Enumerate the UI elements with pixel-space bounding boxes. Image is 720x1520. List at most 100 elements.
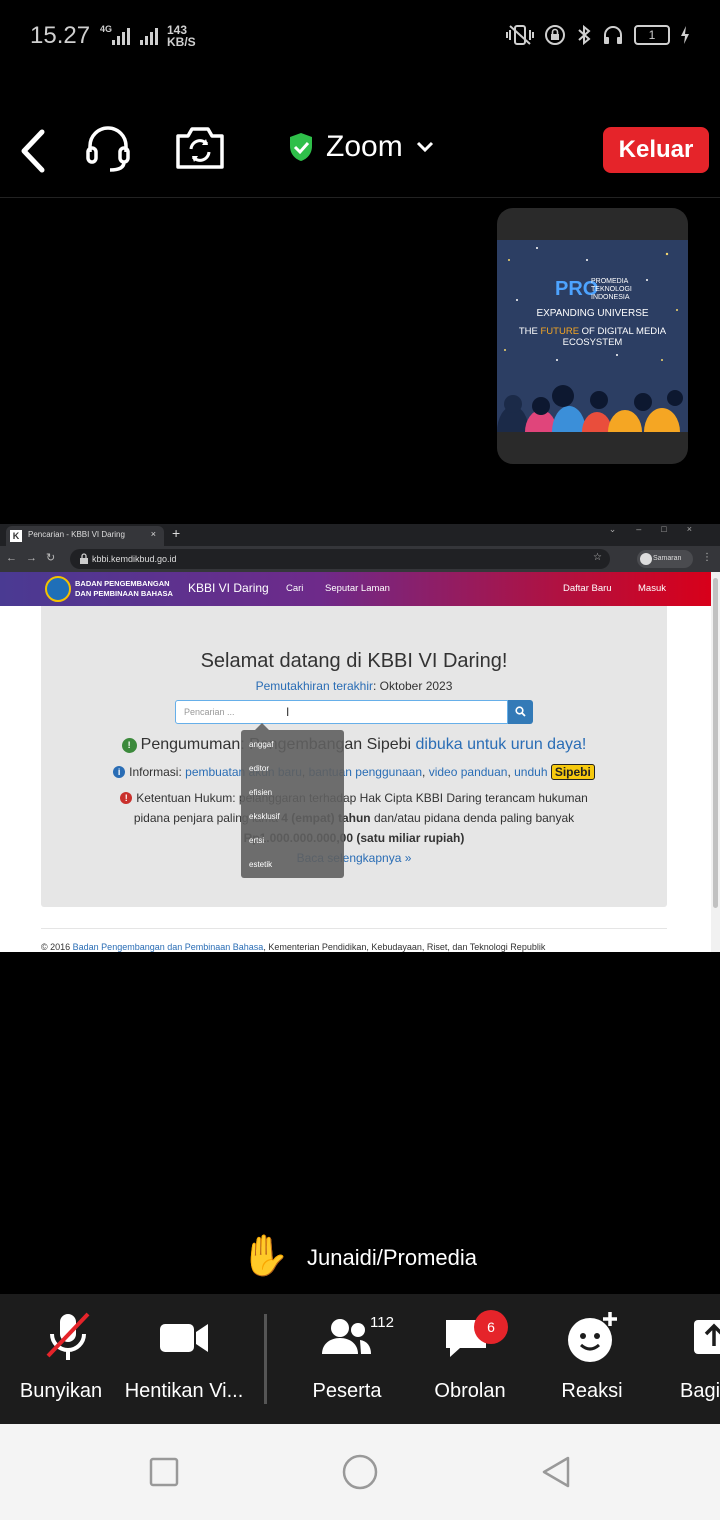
participants-button[interactable]: 112 Peserta (300, 1310, 394, 1410)
raised-hand-icon: ✋ (240, 1234, 290, 1278)
search-icon (515, 706, 526, 717)
back-icon[interactable] (540, 1455, 572, 1489)
switch-camera-icon[interactable] (175, 126, 225, 170)
search-placeholder: Pencarian ... (184, 707, 235, 717)
browser-tab-bar: K Pencarian - KBBI VI Daring × + ⌄–□× (0, 524, 720, 546)
status-icons: 1 (506, 24, 690, 46)
site-footer: © 2016 Badan Pengembangan dan Pembinaan … (41, 942, 546, 952)
raised-hand-notice: ✋ Junaidi/Promedia (0, 1230, 720, 1286)
suggestion-item[interactable]: efisien (249, 788, 272, 797)
nav-cari[interactable]: Cari (286, 583, 303, 594)
welcome-panel: Selamat datang di KBBI VI Daring! Pemuta… (41, 606, 667, 907)
welcome-heading: Selamat datang di KBBI VI Daring! (200, 650, 508, 672)
reactions-label: Reaksi (561, 1380, 623, 1402)
headphones-icon (604, 26, 622, 44)
sipebi-badge[interactable]: Sipebi (550, 764, 595, 780)
browser-address-bar: ←→↻ kbbi.kemdikbud.go.id ☆ Samaran ⋮ (0, 546, 720, 572)
tab-close-icon[interactable]: × (151, 529, 156, 539)
raised-hand-name: Junaidi/Promedia (307, 1245, 477, 1270)
tab-title: Pencarian - KBBI VI Daring (28, 530, 125, 539)
shared-screen[interactable]: K Pencarian - KBBI VI Daring × + ⌄–□× ←→… (0, 524, 720, 952)
suggestion-item[interactable]: ertsi (249, 836, 264, 845)
nav-masuk[interactable]: Masuk (638, 583, 666, 594)
search-input[interactable]: Pencarian ... I (175, 700, 508, 724)
meeting-title: Zoom (326, 130, 403, 163)
chat-label: Obrolan (434, 1380, 506, 1402)
warning-icon: ! (120, 792, 133, 804)
audio-headset-icon[interactable] (84, 124, 132, 174)
search-button[interactable] (508, 700, 533, 724)
reactions-button[interactable]: Reaksi (550, 1310, 634, 1410)
meeting-toolbar: Bunyikan Hentikan Vi... 112 Peserta 6 Ob… (0, 1294, 720, 1424)
footer-link[interactable]: Badan Pengembangan dan Pembinaan Bahasa (73, 942, 264, 952)
chat-button[interactable]: 6 Obrolan (424, 1310, 516, 1410)
nav-daftar-baru[interactable]: Daftar Baru (563, 583, 612, 594)
recent-apps-icon[interactable] (149, 1457, 179, 1487)
participants-label: Peserta (312, 1380, 382, 1402)
chevron-down-icon (416, 141, 433, 153)
url-field[interactable]: kbbi.kemdikbud.go.id ☆ (70, 549, 610, 569)
link-video-guide[interactable]: video panduan (429, 765, 508, 779)
stop-video-label: Hentikan Vi... (124, 1380, 244, 1402)
announce-link[interactable]: dibuka untuk urun daya! (416, 736, 587, 753)
stop-video-button[interactable]: Hentikan Vi... (124, 1310, 244, 1410)
security-shield-icon (290, 133, 312, 161)
suggestion-item[interactable]: eksklusif (249, 812, 280, 821)
bookmark-star-icon[interactable]: ☆ (593, 552, 602, 563)
system-navigation-bar (0, 1424, 720, 1520)
lock-status-icon (545, 25, 565, 45)
autocomplete-dropdown: anggaf editor efisien eksklusif ertsi es… (241, 723, 344, 878)
suggestion-item[interactable]: anggaf (249, 740, 273, 749)
participants-count: 112 (370, 1314, 394, 1331)
suggestion-item[interactable]: estetik (249, 860, 272, 869)
info-line: iInformasi: pembuatan akun baru, bantuan… (41, 764, 667, 780)
banner-subline: THE FUTURE OF DIGITAL MEDIA ECOSYSTEM (518, 326, 667, 348)
window-controls[interactable]: ⌄–□× (609, 524, 712, 535)
reaction-smiley-icon (568, 1312, 617, 1362)
ministry-emblem-icon (45, 576, 71, 602)
last-update: Pemutakhiran terakhir: Oktober 2023 (255, 679, 453, 693)
update-link[interactable]: Pemutakhiran terakhir (256, 679, 373, 693)
footer-divider (41, 928, 667, 929)
browser-tab[interactable]: K Pencarian - KBBI VI Daring × (6, 526, 164, 546)
exclamation-icon: ! (121, 738, 137, 753)
leave-button[interactable]: Keluar (603, 127, 709, 173)
kbbi-favicon: K (10, 530, 22, 542)
participants-icon (322, 1319, 371, 1354)
unmute-label: Bunyikan (19, 1380, 103, 1402)
share-label: Bagi (680, 1380, 720, 1402)
video-camera-icon (160, 1324, 208, 1352)
promedia-banner: PRO PROMEDIA TEKNOLOGI INDONESIA EXPANDING… (497, 240, 688, 432)
share-screen-icon (694, 1320, 720, 1354)
lock-icon (80, 553, 88, 564)
meeting-title-dropdown[interactable]: Zoom (288, 130, 435, 164)
promedia-org: PROMEDIA TEKNOLOGI INDONESIA (591, 278, 632, 301)
browser-nav-icons[interactable]: ←→↻ (6, 551, 64, 564)
bluetooth-icon (578, 24, 591, 46)
read-more-link[interactable]: Baca selengkapnya » (41, 851, 667, 865)
toolbar-separator (264, 1314, 267, 1404)
browser-profile[interactable]: Samaran (637, 550, 693, 568)
microphone-muted-icon (46, 1312, 90, 1360)
legal-line-3: Rp1.000.000.000,00 (satu miliar rupiah) (243, 831, 465, 845)
suggestion-item[interactable]: editor (249, 764, 269, 773)
back-arrow-icon[interactable] (18, 128, 48, 174)
browser-menu-icon[interactable]: ⋮ (702, 552, 712, 563)
site-org-name: BADAN PENGEMBANGAN DAN PEMBINAAN BAHASA (75, 579, 173, 598)
status-bar: 15.27 4G 143 KB/S 1 (0, 0, 720, 75)
link-download[interactable]: unduh (514, 765, 547, 779)
share-button[interactable]: Bagi (676, 1310, 720, 1410)
banner-headline: EXPANDING UNIVERSE (536, 308, 649, 319)
page-scrollbar[interactable] (711, 572, 720, 952)
site-brand[interactable]: KBBI VI Daring (188, 581, 269, 595)
status-time: 15.27 (30, 22, 91, 49)
chat-unread-badge: 6 (474, 1310, 508, 1344)
participant-video-thumbnail[interactable]: PRO PROMEDIA TEKNOLOGI INDONESIA EXPANDING… (497, 208, 688, 464)
announcement: !Pengumuman: Pengembangan Sipebi dibuka … (41, 736, 667, 754)
unmute-button[interactable]: Bunyikan (10, 1310, 112, 1410)
new-tab-icon[interactable]: + (172, 525, 180, 541)
info-icon: i (113, 766, 126, 778)
home-icon[interactable] (341, 1453, 379, 1491)
nav-seputar-laman[interactable]: Seputar Laman (325, 583, 390, 594)
divider (0, 197, 720, 198)
